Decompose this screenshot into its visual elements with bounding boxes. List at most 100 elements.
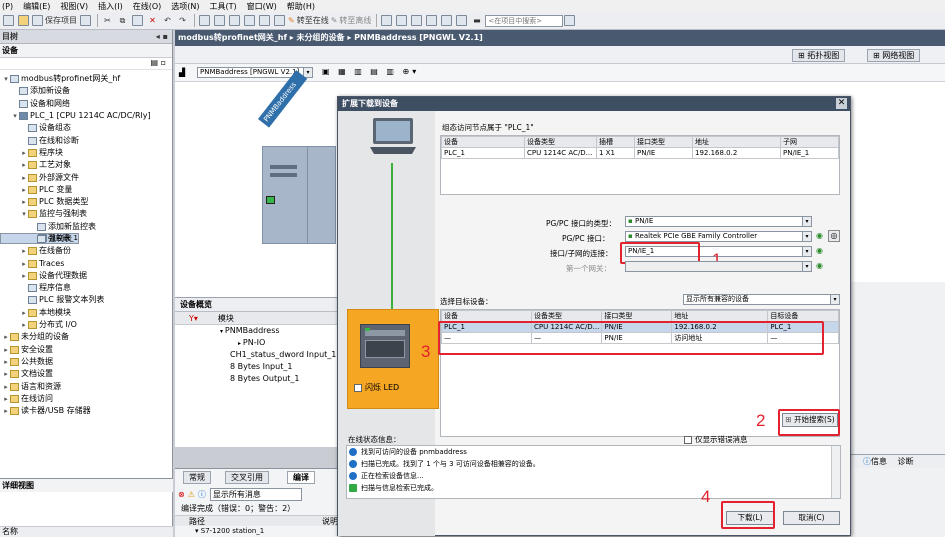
expand-arrow-icon[interactable]: ▸ bbox=[20, 258, 28, 270]
expand-arrow-icon[interactable]: ▸ bbox=[20, 196, 28, 208]
tree-item[interactable]: ▸ 设备代理数据 bbox=[0, 270, 172, 282]
tree-item[interactable]: ▸ 分布式 I/O bbox=[0, 319, 172, 331]
interface-properties-icon[interactable]: ◎ bbox=[828, 230, 840, 242]
device-rack[interactable] bbox=[262, 146, 336, 244]
info-filter-icon[interactable]: ⓘ bbox=[198, 489, 206, 500]
tree-item[interactable]: ▸ 文档设置 bbox=[0, 368, 172, 380]
expand-arrow-icon[interactable]: ▸ bbox=[20, 159, 28, 171]
flash-led-checkbox[interactable]: 闪烁 LED bbox=[354, 382, 399, 393]
menu-item[interactable]: 编辑(E) bbox=[23, 1, 50, 12]
expand-arrow-icon[interactable]: ▸ bbox=[2, 368, 10, 380]
tree-item[interactable]: 设备和网络 bbox=[0, 98, 172, 110]
tree-item[interactable]: ▸ PLC 数据类型 bbox=[0, 196, 172, 208]
tree-item[interactable]: ▸ 在线备份 bbox=[0, 245, 172, 257]
topology-view-tab[interactable]: ⊞ 拓扑视图 bbox=[792, 49, 846, 62]
split-h-icon[interactable] bbox=[410, 14, 423, 28]
overview-row[interactable]: 8 Bytes Output_1 bbox=[175, 373, 340, 385]
delete-icon[interactable]: ✕ bbox=[146, 14, 159, 28]
close-editor-icon[interactable] bbox=[440, 14, 453, 28]
menu-item[interactable]: 窗口(W) bbox=[247, 1, 277, 12]
tab-compile[interactable]: 编译 bbox=[287, 471, 315, 484]
menu-item[interactable]: 工具(T) bbox=[209, 1, 236, 12]
tab-cross-reference[interactable]: 交叉引用 bbox=[225, 471, 269, 484]
grid-icon[interactable] bbox=[198, 14, 211, 28]
pgpc-type-select[interactable]: ▪ PN/IE ▾ bbox=[625, 216, 812, 227]
warning-filter-icon[interactable]: ⚠ bbox=[188, 490, 195, 499]
status-scrollbar[interactable] bbox=[831, 446, 840, 498]
compile-icon[interactable] bbox=[228, 14, 241, 28]
menu-item[interactable]: (P) bbox=[2, 2, 13, 11]
expand-arrow-icon[interactable]: ▸ bbox=[2, 344, 10, 356]
overview-row[interactable]: CH1_status_dword Input_1 bbox=[175, 349, 340, 361]
expand-arrow-icon[interactable]: ▸ bbox=[2, 331, 10, 343]
expand-arrow-icon[interactable]: ▸ bbox=[20, 172, 28, 184]
tree-item[interactable]: ▸ 安全设置 bbox=[0, 344, 172, 356]
compile-row[interactable]: ▾ S7-1200 station_1 bbox=[195, 527, 264, 535]
tree-item[interactable]: ▾ modbus转profinet网关_hf bbox=[0, 73, 172, 85]
menu-item[interactable]: 选项(N) bbox=[171, 1, 199, 12]
window-icon[interactable] bbox=[455, 14, 468, 28]
tree-item[interactable]: 设备组态 bbox=[0, 122, 172, 134]
tree-item[interactable]: ▸ 公共数据 bbox=[0, 356, 172, 368]
tree-item[interactable]: 强制表 bbox=[0, 233, 172, 245]
expand-arrow-icon[interactable]: ▸ bbox=[20, 184, 28, 196]
error-filter-icon[interactable]: ⊗ bbox=[178, 490, 185, 499]
expand-arrow-icon[interactable]: ▸ bbox=[20, 147, 28, 159]
cancel-button[interactable]: 取消(C) bbox=[783, 511, 840, 525]
expand-arrow-icon[interactable]: ▸ bbox=[2, 393, 10, 405]
new-project-icon[interactable] bbox=[2, 14, 15, 28]
tree-item[interactable]: ▸ 本地模块 bbox=[0, 307, 172, 319]
undo-icon[interactable]: ↶ bbox=[161, 14, 174, 28]
menu-item[interactable]: 插入(I) bbox=[98, 1, 123, 12]
first-gateway-select[interactable]: ▾ bbox=[625, 261, 812, 272]
filter-icon[interactable]: Y▾ bbox=[189, 314, 198, 323]
editor-tools-icons[interactable]: ▣ ▦ ▥ ▤ ▥ ⊕▾ bbox=[322, 67, 419, 76]
expand-arrow-icon[interactable]: ▾ bbox=[20, 208, 28, 220]
split-v-icon[interactable] bbox=[425, 14, 438, 28]
project-search-input[interactable]: <在项目中搜索> bbox=[485, 14, 564, 27]
tree-item[interactable]: ▾ PLC_1 [CPU 1214C AC/DC/Rly] bbox=[0, 110, 172, 122]
view-toggle-icon[interactable]: ▤ ▫ bbox=[150, 58, 166, 67]
tab-general[interactable]: 常规 bbox=[183, 471, 211, 484]
go-online-button[interactable]: ✎ 转至在线 bbox=[288, 14, 329, 28]
print-icon[interactable] bbox=[79, 14, 92, 28]
info-tab[interactable]: ⓘ信息 bbox=[863, 457, 887, 466]
device-overview-tab[interactable]: 设备概览 bbox=[175, 298, 340, 312]
save-project-button[interactable]: 保存项目 bbox=[32, 14, 77, 28]
go-offline-button[interactable]: ✎ 转至离线 bbox=[331, 14, 372, 28]
tree-item[interactable]: ▸ 语言和资源 bbox=[0, 380, 172, 392]
interface-status-icon[interactable]: ◉ bbox=[816, 231, 823, 240]
paste-icon[interactable] bbox=[131, 14, 144, 28]
tree-item[interactable]: ▸ 工艺对象 bbox=[0, 159, 172, 171]
overview-row[interactable]: ▾ PNMBaddress bbox=[175, 325, 340, 337]
cross-ref-icon[interactable] bbox=[395, 14, 408, 28]
tree-item[interactable]: 程序信息 bbox=[0, 282, 172, 294]
message-filter-select[interactable]: 显示所有消息 bbox=[209, 488, 302, 501]
menu-item[interactable]: 帮助(H) bbox=[287, 1, 315, 12]
expand-arrow-icon[interactable]: ▾ bbox=[2, 73, 10, 85]
minimize-icon[interactable]: ▬ bbox=[470, 14, 483, 28]
upload-icon[interactable] bbox=[258, 14, 271, 28]
tree-item[interactable]: ▸ 读卡器/USB 存储器 bbox=[0, 405, 172, 417]
expand-arrow-icon[interactable]: ▸ bbox=[2, 405, 10, 417]
download-icon[interactable] bbox=[243, 14, 256, 28]
tree-item[interactable]: ▾ 监控与强制表 bbox=[0, 208, 172, 220]
tree-item[interactable]: 添加新设备 bbox=[0, 85, 172, 97]
errors-only-checkbox[interactable]: 仅显示错误消息 bbox=[684, 434, 748, 445]
expand-arrow-icon[interactable]: ▸ bbox=[20, 307, 28, 319]
tree-item[interactable]: ▸ 未分组的设备 bbox=[0, 331, 172, 343]
redo-icon[interactable]: ↷ bbox=[176, 14, 189, 28]
expand-arrow-icon[interactable]: ▸ bbox=[2, 381, 10, 393]
copy-icon[interactable]: ⧉ bbox=[116, 14, 129, 28]
tree-item[interactable]: PLC 报警文本列表 bbox=[0, 294, 172, 306]
tree-item[interactable]: 添加新监控表 bbox=[0, 221, 172, 233]
menu-item[interactable]: 视图(V) bbox=[60, 1, 88, 12]
expand-arrow-icon[interactable]: ▸ bbox=[20, 270, 28, 282]
configured-row[interactable]: PLC_1 CPU 1214C AC/D... 1 X1 PN/IE 192.168.0… bbox=[441, 147, 839, 159]
expand-arrow-icon[interactable]: ▸ bbox=[2, 356, 10, 368]
overview-row[interactable]: 8 Bytes Input_1 bbox=[175, 361, 340, 373]
open-project-icon[interactable] bbox=[17, 14, 30, 28]
cut-icon[interactable]: ✂ bbox=[101, 14, 114, 28]
expand-arrow-icon[interactable]: ▸ bbox=[20, 319, 28, 331]
grid2-icon[interactable] bbox=[213, 14, 226, 28]
